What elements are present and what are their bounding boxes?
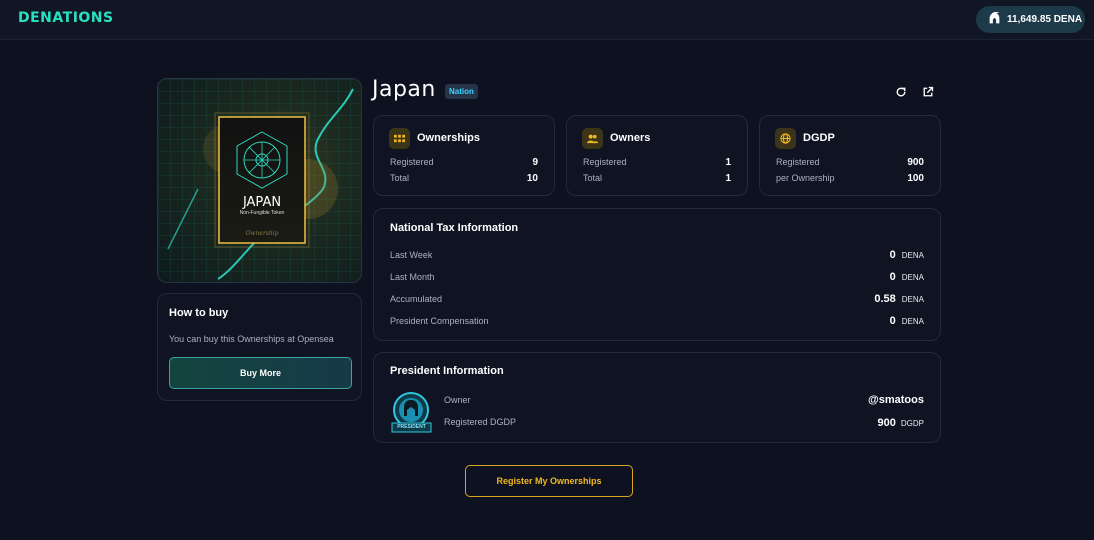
tax-label: President Compensation xyxy=(390,316,489,326)
buy-more-button[interactable]: Buy More xyxy=(169,357,352,389)
how-to-buy-title: How to buy xyxy=(169,307,229,319)
users-icon xyxy=(582,128,603,149)
ownerships-card: Ownerships Registered 9 Total 10 xyxy=(373,115,555,196)
tax-label: Last Week xyxy=(390,250,433,260)
stat-row: Total 10 xyxy=(390,172,538,184)
stat-row: Registered 9 xyxy=(390,156,538,168)
stat-value: 900 xyxy=(907,156,924,168)
president-badge-icon: PRESIDENT xyxy=(389,390,434,435)
tax-panel-title: National Tax Information xyxy=(390,222,519,234)
president-owner-row: Owner @smatoos xyxy=(444,393,924,407)
stat-value: 1 xyxy=(725,172,731,184)
tax-unit: DENA xyxy=(901,295,924,304)
nft-card-image: JAPAN Non-Fungible Token Ownership xyxy=(157,78,362,283)
owners-card: Owners Registered 1 Total 1 xyxy=(566,115,748,196)
stat-label: Registered xyxy=(390,157,434,167)
stat-label: Registered xyxy=(583,157,627,167)
stat-title: Ownerships xyxy=(417,132,480,144)
nft-card-footer: Ownership xyxy=(245,230,279,237)
logo[interactable]: DENATIONS xyxy=(18,10,114,26)
tax-unit: DENA xyxy=(901,251,924,260)
owner-value[interactable]: @smatoos xyxy=(868,394,924,406)
tax-label: Last Month xyxy=(390,272,435,282)
tax-row: Last Week 0 DENA xyxy=(390,248,924,262)
tax-value: 0 xyxy=(889,249,896,261)
tax-value: 0.58 xyxy=(874,293,896,305)
how-to-buy-card: How to buy You can buy this Ownerships a… xyxy=(157,293,362,401)
stat-row: Registered 1 xyxy=(583,156,731,168)
stat-row: Registered 900 xyxy=(776,156,924,168)
national-tax-panel: National Tax Information Last Week 0 DENA… xyxy=(373,208,941,341)
dgdp-label: Registered DGDP xyxy=(444,417,517,427)
nft-card-title: JAPAN xyxy=(242,195,282,210)
tax-unit: DENA xyxy=(901,317,924,326)
stat-value: 10 xyxy=(526,172,538,184)
stat-value: 9 xyxy=(532,156,538,168)
tax-row: Accumulated 0.58 DENA xyxy=(390,292,924,306)
president-dgdp-row: Registered DGDP 900 DGDP xyxy=(444,415,924,429)
stat-title: Owners xyxy=(610,132,651,144)
owner-label: Owner xyxy=(444,395,471,405)
nation-title: Japan xyxy=(372,77,436,102)
top-bar: DENATIONS 11,649.85 DENA xyxy=(0,0,1094,40)
president-badge-text: PRESIDENT xyxy=(397,424,426,430)
tax-row: President Compensation 0 DENA xyxy=(390,314,924,328)
stat-label: Total xyxy=(390,173,410,183)
dgdp-value: 900 xyxy=(877,417,896,429)
stat-row: Total 1 xyxy=(583,172,731,184)
spartan-helmet-icon xyxy=(988,10,1001,28)
register-ownerships-button[interactable]: Register My Ownerships xyxy=(465,465,633,497)
dgdp-unit: DGDP xyxy=(900,419,924,428)
how-to-buy-text: You can buy this Ownerships at Opensea xyxy=(169,334,334,344)
refresh-icon[interactable] xyxy=(895,85,907,97)
tax-label: Accumulated xyxy=(390,294,443,304)
stat-row: per Ownership 100 xyxy=(776,172,924,184)
stat-title: DGDP xyxy=(803,132,835,144)
globe-icon xyxy=(775,128,796,149)
stat-value: 100 xyxy=(907,172,924,184)
grid-icon xyxy=(389,128,410,149)
external-link-icon[interactable] xyxy=(922,85,934,97)
stat-value: 1 xyxy=(725,156,731,168)
tax-unit: DENA xyxy=(901,273,924,282)
nft-card-subtitle: Non-Fungible Token xyxy=(239,210,285,216)
stat-label: Registered xyxy=(776,157,820,167)
dgdp-card: DGDP Registered 900 per Ownership 100 xyxy=(759,115,941,196)
president-panel-title: President Information xyxy=(390,365,504,377)
wallet-balance-text: 11,649.85 DENA xyxy=(1007,14,1083,25)
tax-row: Last Month 0 DENA xyxy=(390,270,924,284)
tax-value: 0 xyxy=(889,315,896,327)
stat-label: Total xyxy=(583,173,603,183)
wallet-balance-button[interactable]: 11,649.85 DENA xyxy=(976,6,1085,33)
tax-value: 0 xyxy=(889,271,896,283)
nation-badge: Nation xyxy=(445,84,478,99)
stat-label: per Ownership xyxy=(776,173,835,183)
president-panel: President Information PRESIDENT Owner @s… xyxy=(373,352,941,443)
